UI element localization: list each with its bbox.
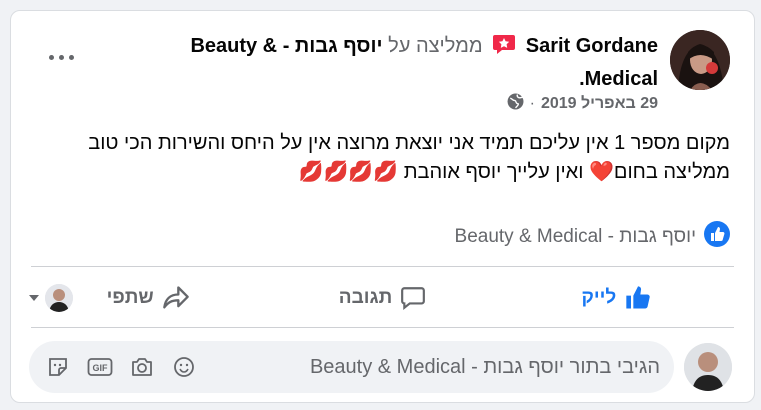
gif-icon[interactable]: GIF — [85, 352, 115, 382]
emoji-icon[interactable] — [169, 352, 199, 382]
divider-top — [31, 266, 734, 267]
comment-composer: הגיבי בתור יוסף גבות - Beauty & Medical … — [29, 341, 732, 393]
chevron-down-icon — [29, 295, 39, 301]
post-date[interactable]: 29 באפריל 2019 — [541, 95, 658, 113]
divider-bottom — [31, 327, 734, 328]
page-avatar-small — [45, 284, 73, 312]
commenter-avatar[interactable] — [684, 343, 732, 391]
more-options-icon[interactable] — [41, 47, 81, 67]
post-header: Sarit Gordane ממליצה על יוסף גבות - Beau… — [138, 31, 658, 94]
review-post-card: Sarit Gordane ממליצה על יוסף גבות - Beau… — [10, 10, 755, 403]
reaction-summary[interactable]: יוסף גבות - Beauty & Medical — [455, 221, 730, 253]
post-meta: 29 באפריל 2019 · — [507, 93, 658, 115]
author-avatar[interactable] — [670, 30, 730, 90]
svg-text:GIF: GIF — [93, 363, 109, 373]
camera-icon[interactable] — [127, 352, 157, 382]
like-label: לייק — [581, 287, 617, 308]
comment-label: תגובה — [338, 287, 393, 308]
meta-separator: · — [529, 95, 535, 112]
comment-input[interactable]: הגיבי בתור יוסף גבות - Beauty & Medical … — [29, 341, 674, 393]
author-name[interactable]: Sarit Gordane — [526, 35, 658, 57]
comment-tools: GIF — [43, 352, 199, 382]
liker-name[interactable]: יוסף גבות - Beauty & Medical — [455, 226, 696, 248]
comment-button[interactable]: תגובה — [265, 276, 499, 320]
recommendation-badge-icon — [492, 33, 516, 64]
post-actions: לייק תגובה שתפי — [31, 276, 734, 320]
globe-icon — [507, 93, 524, 115]
share-as-selector[interactable] — [29, 284, 73, 312]
thumbs-up-icon — [626, 286, 650, 309]
post-text: מקום מספר 1 אין עליכם תמיד אני יוצאת מרו… — [88, 132, 730, 183]
like-reaction-icon — [704, 221, 730, 253]
share-icon — [162, 286, 189, 309]
sticker-icon[interactable] — [43, 352, 73, 382]
comment-icon — [401, 287, 426, 311]
share-label: שתפי — [106, 287, 154, 308]
recommends-text: ממליצה על — [388, 35, 483, 57]
comment-placeholder: הגיבי בתור יוסף גבות - Beauty & Medical — [309, 355, 660, 378]
like-button[interactable]: לייק — [500, 276, 734, 320]
